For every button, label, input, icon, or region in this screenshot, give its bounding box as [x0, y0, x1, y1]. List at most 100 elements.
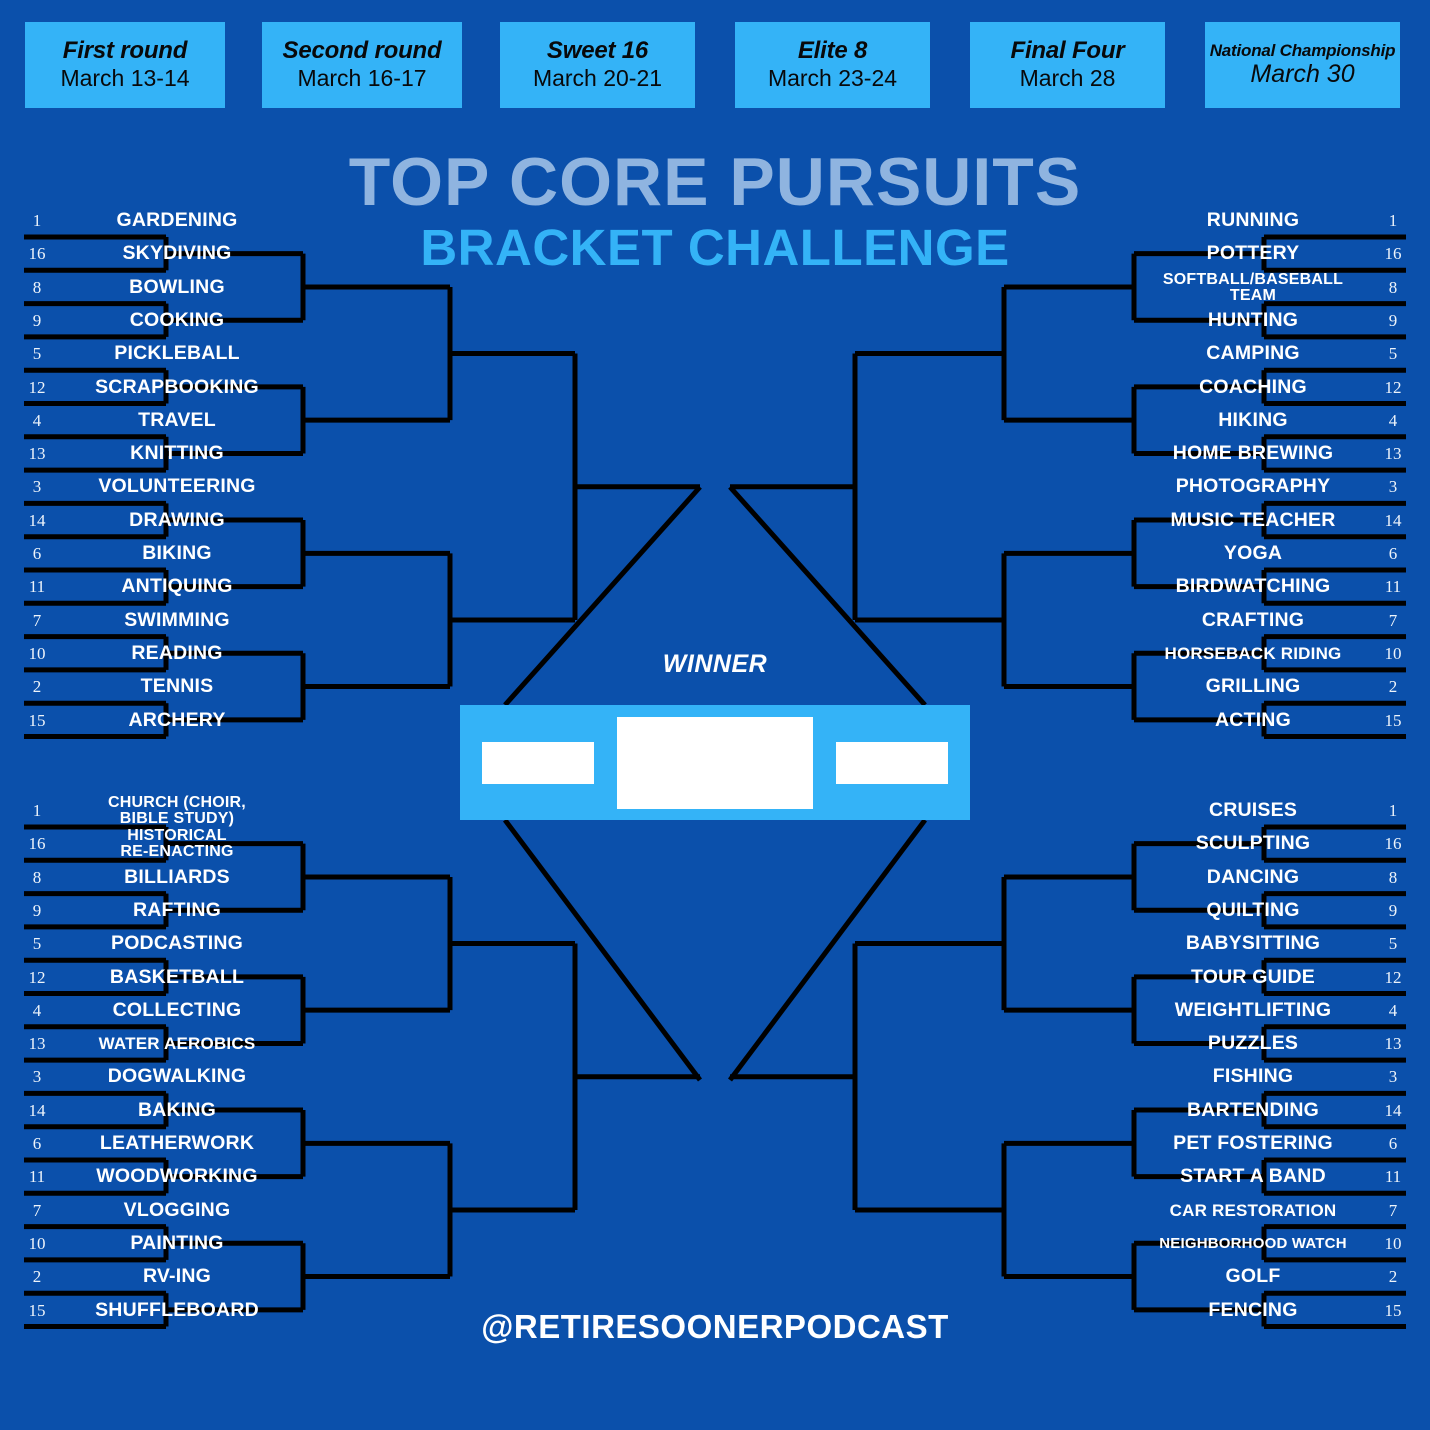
entry-name: BIRDWATCHING [1175, 575, 1331, 598]
entry-name: YOGA [1223, 542, 1283, 565]
bracket-entry[interactable]: 4 COLLECTING [24, 995, 304, 1027]
entry-name: COACHING [1199, 375, 1307, 398]
seed-number: 1 [32, 211, 42, 230]
entry-name: CRAFTING [1201, 608, 1305, 631]
bracket-entry[interactable]: 14 BARTENDING [1126, 1095, 1406, 1127]
bracket-entry[interactable]: 16 SCULPTING [1126, 828, 1406, 860]
bracket-entry[interactable]: 3 FISHING [1126, 1061, 1406, 1093]
bracket-entry[interactable]: 15 ARCHERY [24, 705, 304, 737]
seed-number: 6 [32, 544, 42, 563]
bracket-entry[interactable]: 16 HISTORICAL RE-ENACTING [24, 826, 304, 862]
entry-name: GOLF [1225, 1265, 1281, 1288]
bracket-entry[interactable]: 4 HIKING [1126, 405, 1406, 437]
bracket-entry[interactable]: 3 DOGWALKING [24, 1061, 304, 1093]
bracket-entry[interactable]: 15 ACTING [1126, 705, 1406, 737]
bracket-entry[interactable]: 1 CRUISES [1126, 795, 1406, 827]
seed-number: 16 [1384, 834, 1402, 854]
seed-number: 16 [1384, 244, 1402, 264]
entry-name: ARCHERY [128, 708, 226, 731]
bracket-entry[interactable]: 4 TRAVEL [24, 405, 304, 437]
bracket-entry[interactable]: 9 HUNTING [1126, 305, 1406, 337]
bracket-entry[interactable]: 12 SCRAPBOOKING [24, 372, 304, 404]
bracket-entry[interactable]: 8 BOWLING [24, 272, 304, 304]
bracket-entry[interactable]: 13 HOME BREWING [1126, 438, 1406, 470]
seed-number: 7 [1388, 1200, 1398, 1220]
bracket-entry[interactable]: 5 BABYSITTING [1126, 928, 1406, 960]
bracket-entry[interactable]: 7 CAR RESTORATION [1126, 1195, 1406, 1227]
entry-name: WOODWORKING [96, 1165, 258, 1188]
seed-number: 6 [1388, 1134, 1398, 1153]
bracket-entry[interactable]: 1 GARDENING [24, 205, 304, 237]
bracket-entry[interactable]: 5 PICKLEBALL [24, 338, 304, 370]
bracket-entry[interactable]: 13 WATER AEROBICS [24, 1028, 304, 1060]
bracket-entry[interactable]: 6 BIKING [24, 538, 304, 570]
bracket-entry[interactable]: 14 BAKING [24, 1095, 304, 1127]
entry-name: CAR RESTORATION [1169, 1200, 1337, 1220]
bracket-entry[interactable]: 7 CRAFTING [1126, 605, 1406, 637]
bracket-entry[interactable]: 11 WOODWORKING [24, 1161, 304, 1193]
bracket-entry[interactable]: 6 YOGA [1126, 538, 1406, 570]
seed-number: 13 [1384, 1034, 1402, 1054]
seed-number: 1 [1388, 211, 1398, 230]
bracket-entry[interactable]: 14 DRAWING [24, 505, 304, 537]
bracket-entry[interactable]: 1 CHURCH (CHOIR, BIBLE STUDY) [24, 793, 304, 829]
bracket-entry[interactable]: 7 SWIMMING [24, 605, 304, 637]
entry-name: FISHING [1212, 1065, 1294, 1088]
bracket-entry[interactable]: 6 LEATHERWORK [24, 1128, 304, 1160]
bracket-entry[interactable]: 2 GOLF [1126, 1261, 1406, 1293]
winner-slot-right[interactable] [836, 741, 948, 784]
bracket-entry[interactable]: 16 POTTERY [1126, 238, 1406, 270]
seed-number: 15 [1384, 710, 1402, 730]
bracket-entry[interactable]: 8 DANCING [1126, 862, 1406, 894]
bracket-entry[interactable]: 1 RUNNING [1126, 205, 1406, 237]
seed-number: 1 [1388, 801, 1398, 820]
bracket-entry[interactable]: 9 COOKING [24, 305, 304, 337]
seed-number: 12 [1384, 967, 1402, 987]
bracket-entry[interactable]: 12 COACHING [1126, 372, 1406, 404]
bracket-entry[interactable]: 10 PAINTING [24, 1228, 304, 1260]
seed-number: 13 [28, 444, 46, 464]
bracket-entry[interactable]: 12 BASKETBALL [24, 962, 304, 994]
seed-number: 9 [32, 900, 42, 920]
seed-number: 9 [1388, 310, 1398, 330]
bracket-entry[interactable]: 16 SKYDIVING [24, 238, 304, 270]
entry-name: BARTENDING [1187, 1098, 1319, 1121]
winner-panel[interactable] [460, 705, 970, 820]
bracket-entry[interactable]: 3 PHOTOGRAPHY [1126, 471, 1406, 503]
bracket-entry[interactable]: 13 PUZZLES [1126, 1028, 1406, 1060]
seed-number: 14 [28, 1100, 46, 1120]
seed-number: 8 [1388, 867, 1398, 887]
winner-slot-center[interactable] [617, 716, 813, 809]
bracket-entry[interactable]: 2 RV-ING [24, 1261, 304, 1293]
seed-number: 15 [28, 710, 46, 730]
bracket-entry[interactable]: 6 PET FOSTERING [1126, 1128, 1406, 1160]
entry-name: BASKETBALL [109, 965, 245, 988]
seed-number: 3 [1388, 477, 1398, 497]
seed-number: 4 [32, 1000, 42, 1020]
bracket-entry[interactable]: 11 BIRDWATCHING [1126, 571, 1406, 603]
bracket-entry[interactable]: 9 QUILTING [1126, 895, 1406, 927]
seed-number: 16 [28, 834, 46, 854]
bracket-entry[interactable]: 10 NEIGHBORHOOD WATCH [1126, 1228, 1406, 1260]
entry-name: VOLUNTEERING [98, 475, 256, 498]
bracket-entry[interactable]: 5 PODCASTING [24, 928, 304, 960]
bracket-entry[interactable]: 14 MUSIC TEACHER [1126, 505, 1406, 537]
bracket-entry[interactable]: 3 VOLUNTEERING [24, 471, 304, 503]
bracket-entry[interactable]: 7 VLOGGING [24, 1195, 304, 1227]
bracket-entry[interactable]: 11 START A BAND [1126, 1161, 1406, 1193]
bracket-entry[interactable]: 11 ANTIQUING [24, 571, 304, 603]
bracket-entry[interactable]: 8 BILLIARDS [24, 862, 304, 894]
bracket-entry[interactable]: 12 TOUR GUIDE [1126, 962, 1406, 994]
seed-number: 8 [32, 277, 42, 297]
bracket-entry[interactable]: 4 WEIGHTLIFTING [1126, 995, 1406, 1027]
entry-name: PAINTING [130, 1231, 224, 1254]
bracket-entry[interactable]: 9 RAFTING [24, 895, 304, 927]
entry-name: START A BAND [1180, 1165, 1326, 1188]
bracket-entry[interactable]: 8 SOFTBALL/BASEBALL TEAM [1126, 270, 1406, 306]
podcast-handle: @RETIRESOONERPODCAST [481, 1308, 949, 1345]
seed-number: 13 [28, 1034, 46, 1054]
seed-number: 7 [32, 610, 42, 630]
winner-slot-left[interactable] [482, 741, 594, 784]
bracket-entry[interactable]: 5 CAMPING [1126, 338, 1406, 370]
bracket-entry[interactable]: 13 KNITTING [24, 438, 304, 470]
